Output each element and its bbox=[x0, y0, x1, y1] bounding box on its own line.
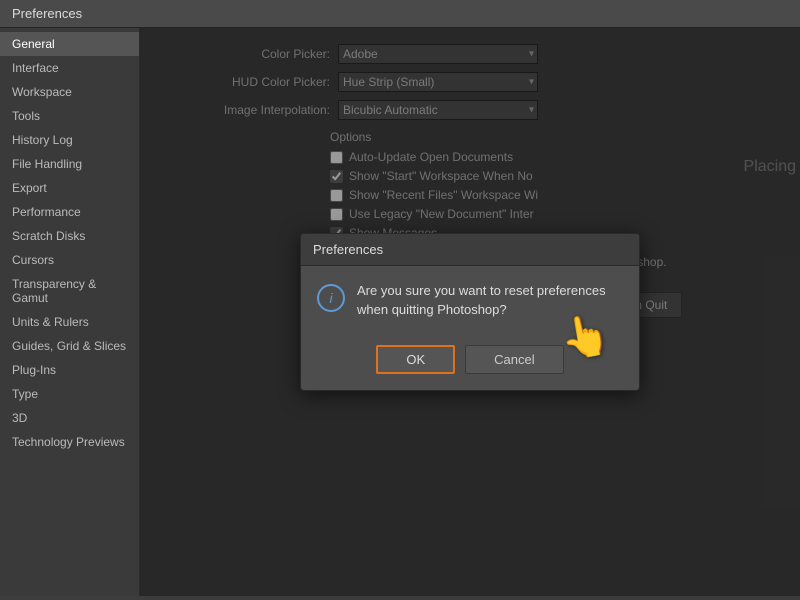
modal-title-bar: Preferences bbox=[301, 234, 639, 266]
sidebar-item-workspace[interactable]: Workspace bbox=[0, 80, 139, 104]
sidebar-item-tools[interactable]: Tools bbox=[0, 104, 139, 128]
sidebar-item-interface[interactable]: Interface bbox=[0, 56, 139, 80]
main-layout: GeneralInterfaceWorkspaceToolsHistory Lo… bbox=[0, 28, 800, 596]
modal-body: i Are you sure you want to reset prefere… bbox=[301, 266, 639, 334]
modal-ok-button[interactable]: OK bbox=[376, 345, 455, 374]
modal-message: Are you sure you want to reset preferenc… bbox=[357, 282, 623, 318]
sidebar-item-3d[interactable]: 3D bbox=[0, 406, 139, 430]
modal-cancel-button[interactable]: Cancel bbox=[465, 345, 563, 374]
modal-dialog: Preferences i Are you sure you want to r… bbox=[300, 233, 640, 390]
modal-title: Preferences bbox=[313, 242, 383, 257]
sidebar: GeneralInterfaceWorkspaceToolsHistory Lo… bbox=[0, 28, 140, 596]
sidebar-item-file-handling[interactable]: File Handling bbox=[0, 152, 139, 176]
sidebar-item-technology-previews[interactable]: Technology Previews bbox=[0, 430, 139, 454]
sidebar-item-export[interactable]: Export bbox=[0, 176, 139, 200]
content-area: Color Picker: Adobe HUD Color Picker: Hu… bbox=[140, 28, 800, 596]
sidebar-item-history-log[interactable]: History Log bbox=[0, 128, 139, 152]
sidebar-item-cursors[interactable]: Cursors bbox=[0, 248, 139, 272]
modal-info-icon: i bbox=[317, 284, 345, 312]
title-bar: Preferences bbox=[0, 0, 800, 28]
sidebar-item-transparency-gamut[interactable]: Transparency & Gamut bbox=[0, 272, 139, 310]
modal-buttons: OK Cancel bbox=[301, 335, 639, 390]
modal-overlay: Preferences i Are you sure you want to r… bbox=[140, 28, 800, 596]
title-bar-label: Preferences bbox=[12, 6, 82, 21]
sidebar-item-type[interactable]: Type bbox=[0, 382, 139, 406]
sidebar-item-guides-grid-slices[interactable]: Guides, Grid & Slices bbox=[0, 334, 139, 358]
sidebar-item-general[interactable]: General bbox=[0, 32, 139, 56]
sidebar-item-scratch-disks[interactable]: Scratch Disks bbox=[0, 224, 139, 248]
sidebar-item-units-rulers[interactable]: Units & Rulers bbox=[0, 310, 139, 334]
sidebar-item-plug-ins[interactable]: Plug-Ins bbox=[0, 358, 139, 382]
sidebar-item-performance[interactable]: Performance bbox=[0, 200, 139, 224]
